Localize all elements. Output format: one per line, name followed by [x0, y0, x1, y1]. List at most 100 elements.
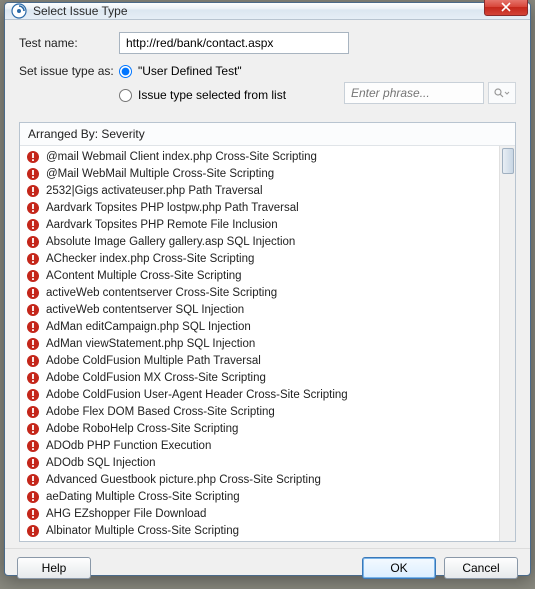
close-button[interactable] [484, 0, 528, 16]
list-item[interactable]: AContent Multiple Cross-Site Scripting [20, 267, 499, 284]
list-item[interactable]: AdMan viewStatement.php SQL Injection [20, 335, 499, 352]
list-item-label: AContent Multiple Cross-Site Scripting [46, 270, 242, 282]
list-item-label: Adobe ColdFusion User-Agent Header Cross… [46, 389, 348, 401]
severity-critical-icon [26, 507, 40, 521]
list-body: @mail Webmail Client index.php Cross-Sit… [20, 146, 515, 541]
severity-critical-icon [26, 218, 40, 232]
list-item[interactable]: 2532|Gigs activateuser.php Path Traversa… [20, 182, 499, 199]
scrollbar[interactable] [499, 146, 515, 541]
list-items: @mail Webmail Client index.php Cross-Sit… [20, 146, 499, 541]
list-header[interactable]: Arranged By: Severity [20, 123, 515, 146]
severity-critical-icon [26, 252, 40, 266]
test-name-input[interactable] [119, 32, 349, 54]
list-item[interactable]: AHG EZshopper File Download [20, 505, 499, 522]
help-button[interactable]: Help [17, 557, 91, 579]
severity-critical-icon [26, 269, 40, 283]
severity-critical-icon [26, 320, 40, 334]
search-options-button[interactable] [488, 82, 516, 104]
severity-critical-icon [26, 388, 40, 402]
list-item-label: AChecker index.php Cross-Site Scripting [46, 253, 254, 265]
list-item[interactable]: Absolute Image Gallery gallery.asp SQL I… [20, 233, 499, 250]
list-item-label: Aardvark Topsites PHP lostpw.php Path Tr… [46, 202, 299, 214]
severity-critical-icon [26, 150, 40, 164]
search-box [344, 82, 516, 104]
severity-critical-icon [26, 439, 40, 453]
list-item-label: Absolute Image Gallery gallery.asp SQL I… [46, 236, 295, 248]
radio-user-defined[interactable]: "User Defined Test" [119, 64, 242, 78]
list-item[interactable]: Adobe ColdFusion User-Agent Header Cross… [20, 386, 499, 403]
issue-type-row: Set issue type as: "User Defined Test" [19, 64, 516, 78]
list-item-label: Adobe ColdFusion MX Cross-Site Scripting [46, 372, 266, 384]
radio-user-defined-input[interactable] [119, 65, 132, 78]
search-phrase-input[interactable] [344, 82, 484, 104]
list-item[interactable]: ADOdb PHP Function Execution [20, 437, 499, 454]
severity-critical-icon [26, 422, 40, 436]
list-item-label: aeDating Multiple Cross-Site Scripting [46, 491, 240, 503]
severity-critical-icon [26, 167, 40, 181]
radio-from-list-label: Issue type selected from list [138, 88, 286, 102]
scroll-thumb[interactable] [502, 148, 514, 174]
severity-critical-icon [26, 490, 40, 504]
list-item-label: @mail Webmail Client index.php Cross-Sit… [46, 151, 317, 163]
cancel-button[interactable]: Cancel [444, 557, 518, 579]
radio-from-list[interactable]: Issue type selected from list [119, 88, 286, 102]
list-item[interactable]: ADOdb SQL Injection [20, 454, 499, 471]
list-item[interactable]: @mail Webmail Client index.php Cross-Sit… [20, 148, 499, 165]
severity-critical-icon [26, 456, 40, 470]
list-item-label: Albinator Multiple Cross-Site Scripting [46, 525, 239, 537]
list-item[interactable]: AdMan editCampaign.php SQL Injection [20, 318, 499, 335]
titlebar[interactable]: Select Issue Type [5, 3, 530, 20]
severity-critical-icon [26, 371, 40, 385]
list-item-label: activeWeb contentserver Cross-Site Scrip… [46, 287, 277, 299]
severity-critical-icon [26, 286, 40, 300]
window-title: Select Issue Type [33, 4, 484, 18]
severity-critical-icon [26, 337, 40, 351]
list-item[interactable]: Aardvark Topsites PHP lostpw.php Path Tr… [20, 199, 499, 216]
list-item-label: ADOdb SQL Injection [46, 457, 156, 469]
issue-type-row-2: Issue type selected from list [19, 82, 516, 104]
test-name-label: Test name: [19, 36, 119, 50]
radio-from-list-input[interactable] [119, 89, 132, 102]
issue-list: Arranged By: Severity @mail Webmail Clie… [19, 122, 516, 542]
severity-critical-icon [26, 201, 40, 215]
list-item[interactable]: @Mail WebMail Multiple Cross-Site Script… [20, 165, 499, 182]
list-item[interactable]: activeWeb contentserver Cross-Site Scrip… [20, 284, 499, 301]
test-name-row: Test name: [19, 32, 516, 54]
severity-critical-icon [26, 354, 40, 368]
list-item-label: Adobe RoboHelp Cross-Site Scripting [46, 423, 238, 435]
list-item-label: @Mail WebMail Multiple Cross-Site Script… [46, 168, 274, 180]
list-item[interactable]: Adobe ColdFusion Multiple Path Traversal [20, 352, 499, 369]
list-item[interactable]: Aardvark Topsites PHP Remote File Inclus… [20, 216, 499, 233]
list-item-label: Advanced Guestbook picture.php Cross-Sit… [46, 474, 321, 486]
severity-critical-icon [26, 235, 40, 249]
list-item[interactable]: Albinator Multiple Cross-Site Scripting [20, 522, 499, 539]
severity-critical-icon [26, 303, 40, 317]
severity-critical-icon [26, 473, 40, 487]
list-item-label: Adobe ColdFusion Multiple Path Traversal [46, 355, 261, 367]
dialog-content: Test name: Set issue type as: "User Defi… [5, 20, 530, 548]
app-icon [11, 3, 27, 19]
list-item[interactable]: AChecker index.php Cross-Site Scripting [20, 250, 499, 267]
button-bar: Help OK Cancel [5, 548, 530, 589]
list-item-label: ADOdb PHP Function Execution [46, 440, 211, 452]
list-item[interactable]: Adobe ColdFusion MX Cross-Site Scripting [20, 369, 499, 386]
severity-critical-icon [26, 405, 40, 419]
ok-button[interactable]: OK [362, 557, 436, 579]
list-item[interactable]: aeDating Multiple Cross-Site Scripting [20, 488, 499, 505]
list-item-label: Adobe Flex DOM Based Cross-Site Scriptin… [46, 406, 275, 418]
dialog-window: Select Issue Type Test name: Set issue t… [4, 2, 531, 576]
set-issue-label: Set issue type as: [19, 64, 119, 78]
list-item[interactable]: Adobe RoboHelp Cross-Site Scripting [20, 420, 499, 437]
list-item-label: 2532|Gigs activateuser.php Path Traversa… [46, 185, 263, 197]
severity-critical-icon [26, 524, 40, 538]
list-item[interactable]: Adobe Flex DOM Based Cross-Site Scriptin… [20, 403, 499, 420]
radio-user-defined-label: "User Defined Test" [138, 64, 242, 78]
list-item-label: AHG EZshopper File Download [46, 508, 206, 520]
list-item-label: activeWeb contentserver SQL Injection [46, 304, 244, 316]
list-item[interactable]: Advanced Guestbook picture.php Cross-Sit… [20, 471, 499, 488]
list-item-label: AdMan editCampaign.php SQL Injection [46, 321, 251, 333]
severity-critical-icon [26, 184, 40, 198]
list-item[interactable]: activeWeb contentserver SQL Injection [20, 301, 499, 318]
list-item-label: Aardvark Topsites PHP Remote File Inclus… [46, 219, 278, 231]
list-item-label: AdMan viewStatement.php SQL Injection [46, 338, 255, 350]
